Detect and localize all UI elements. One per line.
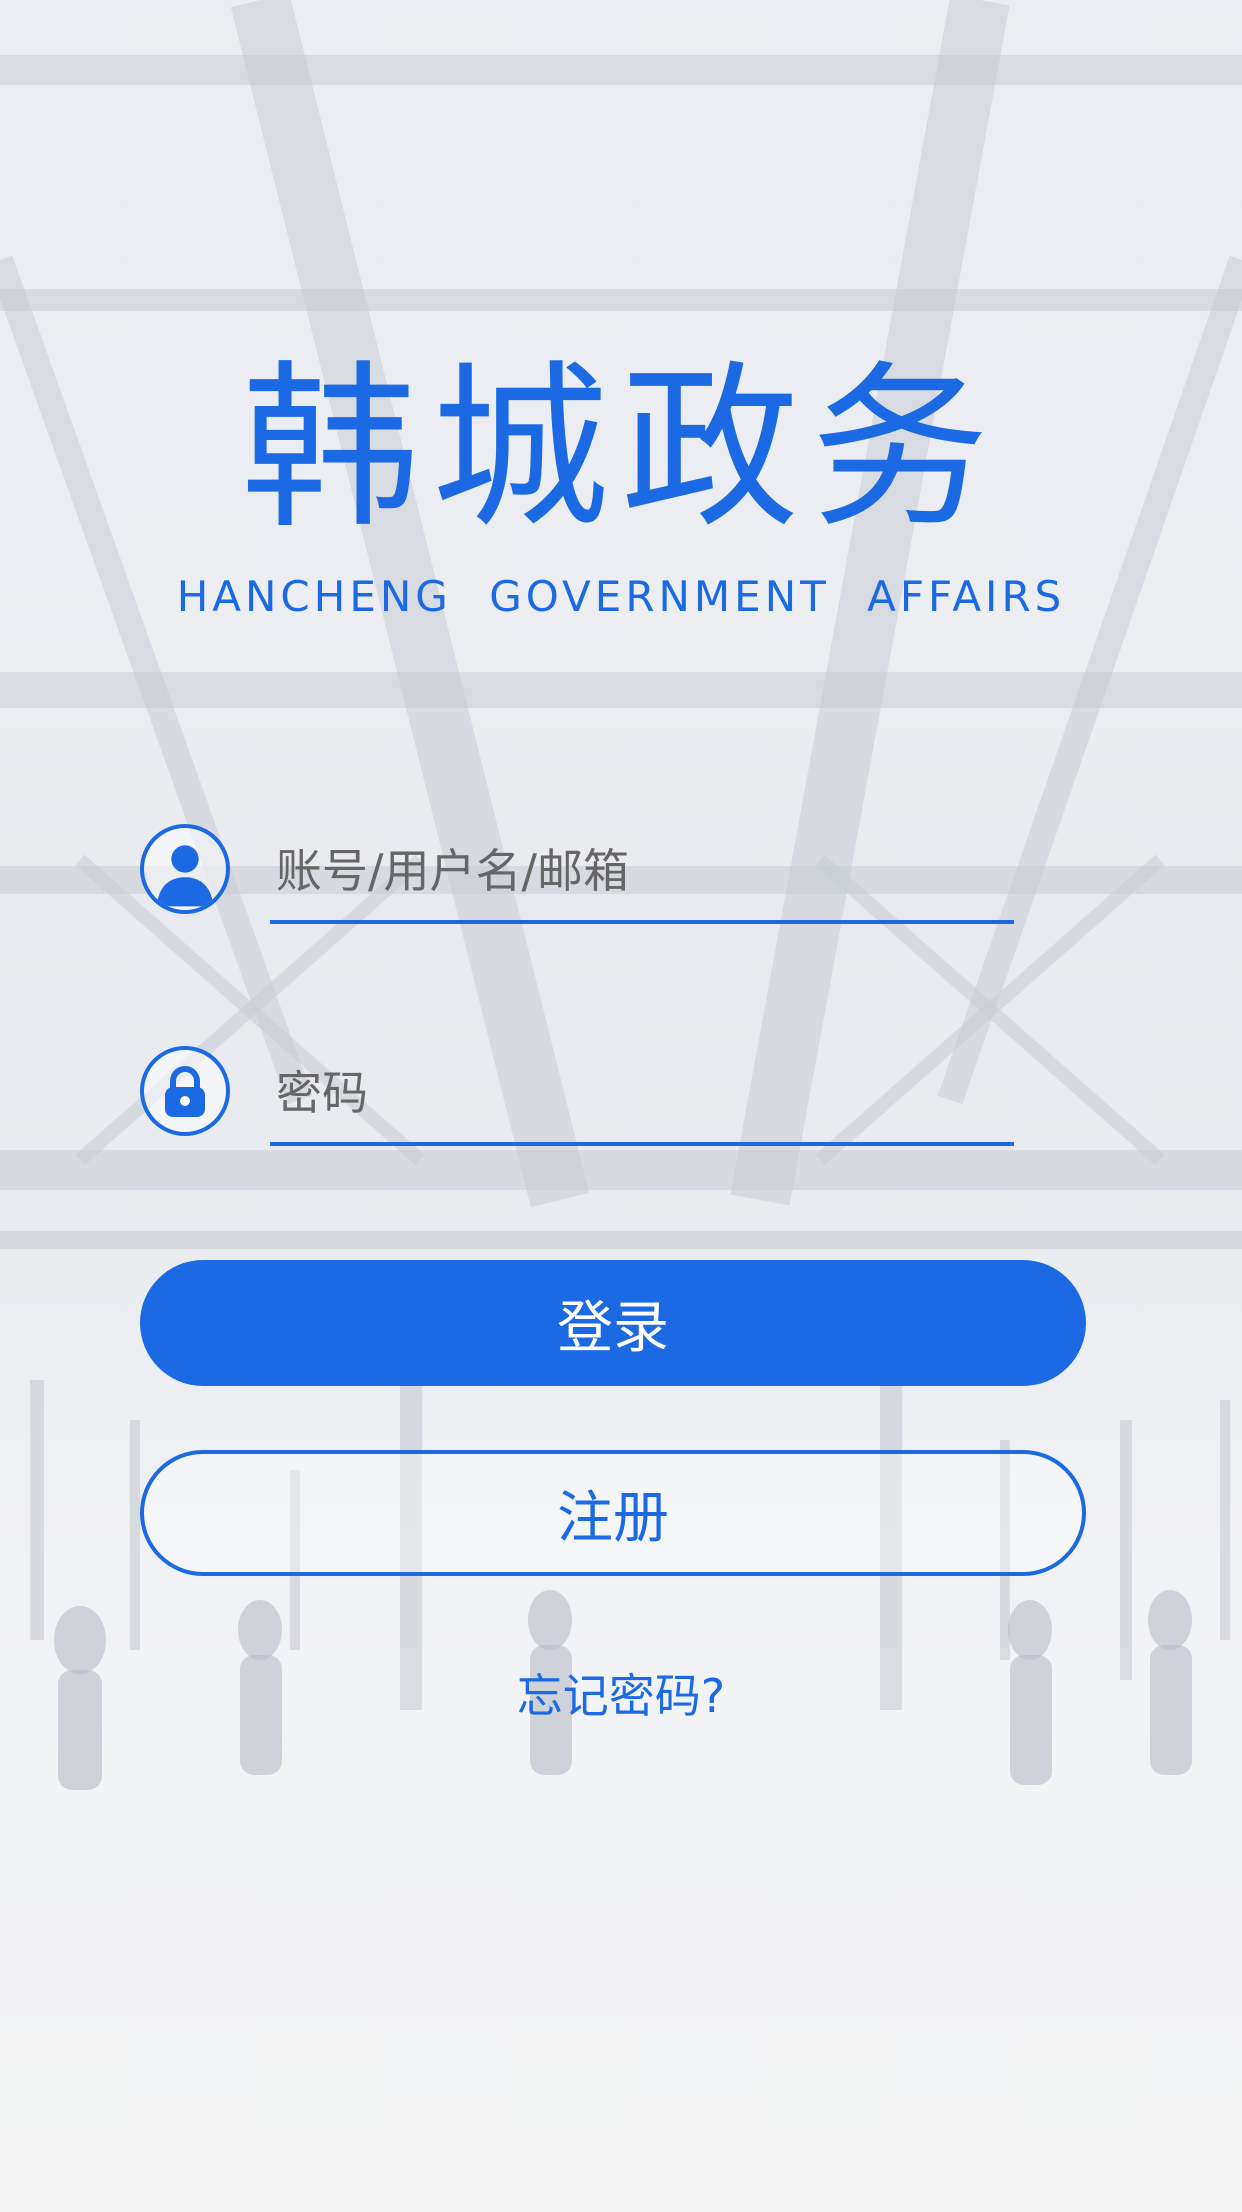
password-underline — [270, 1142, 1014, 1146]
username-input[interactable] — [270, 828, 1014, 914]
lock-icon — [140, 1046, 230, 1136]
user-icon — [140, 824, 230, 914]
username-underline — [270, 920, 1014, 924]
password-input[interactable] — [270, 1050, 1014, 1136]
app-subtitle: HANCHENG GOVERNMENT AFFAIRS — [176, 572, 1066, 621]
register-button[interactable]: 注册 — [140, 1450, 1086, 1576]
forgot-password-link[interactable]: 忘记密码? — [0, 1660, 1242, 1726]
app-title: 韩城政务 — [241, 345, 1001, 552]
password-field — [138, 1046, 1014, 1146]
login-button[interactable]: 登录 — [140, 1260, 1086, 1386]
username-field — [138, 824, 1014, 924]
